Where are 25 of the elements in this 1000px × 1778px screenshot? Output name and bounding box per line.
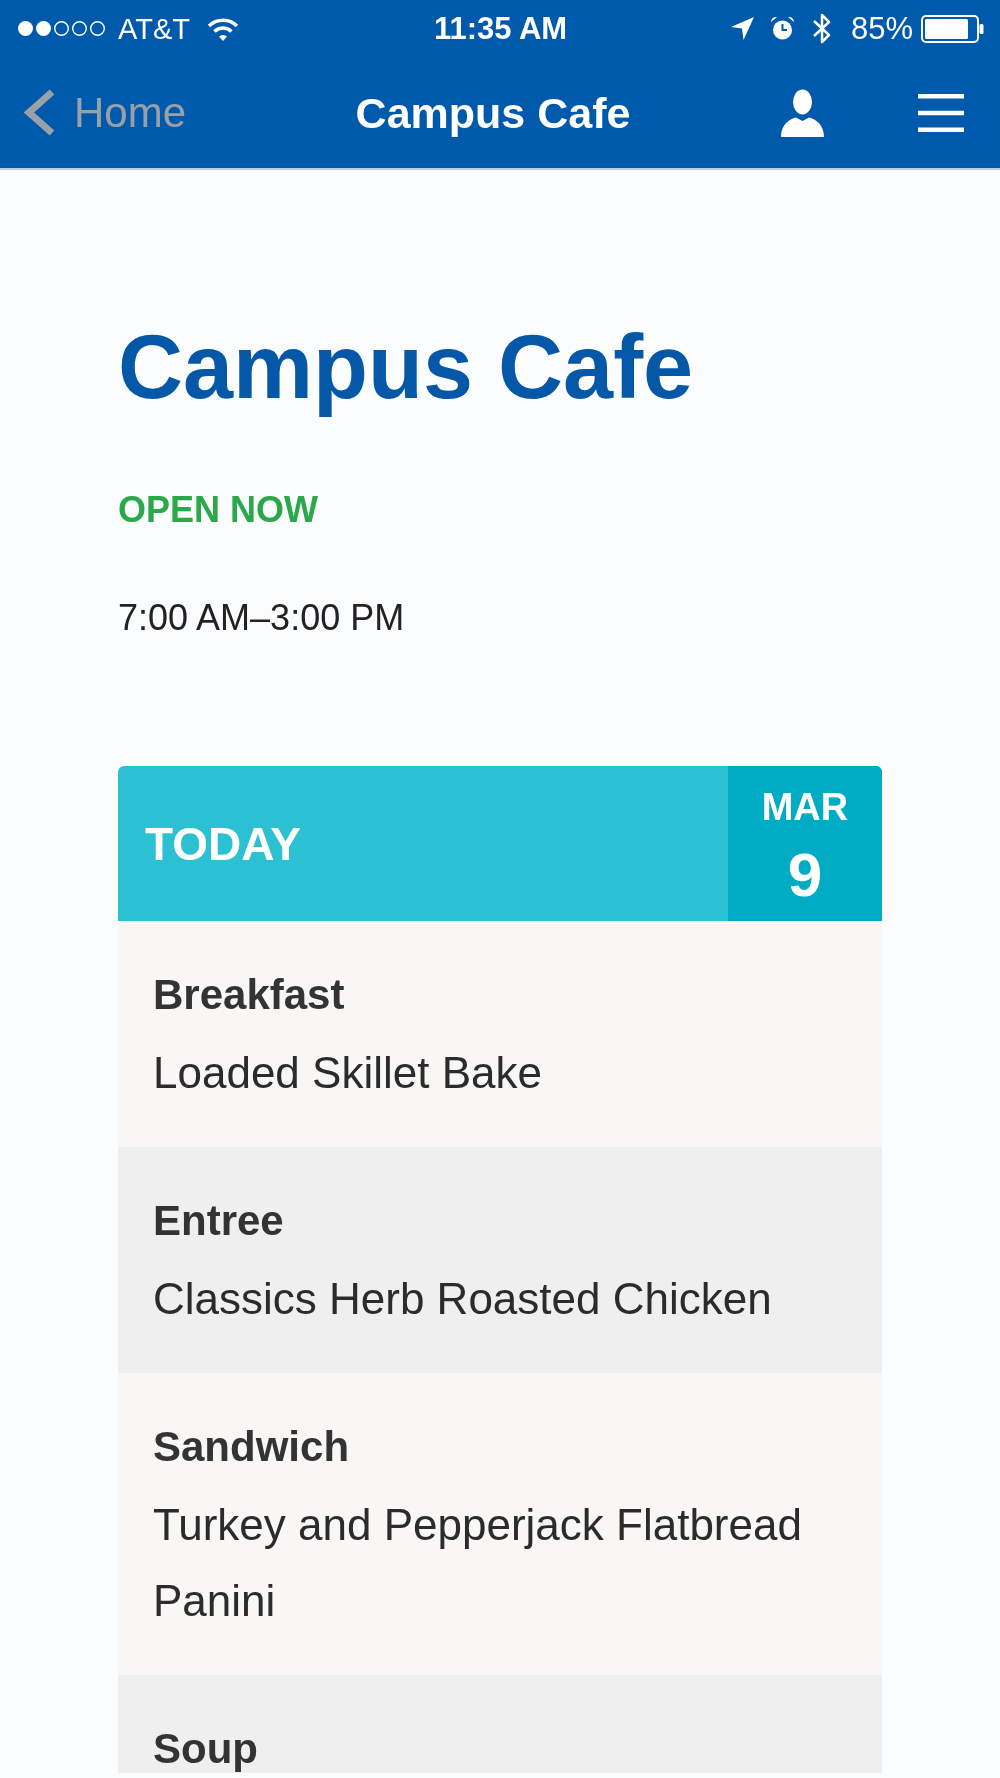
- open-status: OPEN NOW: [118, 488, 319, 532]
- person-icon[interactable]: [780, 88, 825, 137]
- battery-icon: [921, 14, 984, 43]
- date-month: MAR: [761, 785, 849, 829]
- battery-percent: 85%: [850, 10, 913, 47]
- signal-strength-icon: [17, 20, 108, 37]
- menu-category: Entree: [153, 1197, 285, 1245]
- cafe-name: Campus Cafe: [118, 316, 695, 419]
- menu-category: Sandwich: [153, 1423, 351, 1471]
- location-arrow-icon: [729, 16, 755, 41]
- menu-dish: Loaded Skillet Bake: [153, 1047, 543, 1099]
- menu-category: Soup: [153, 1725, 259, 1773]
- menu-category: Breakfast: [153, 971, 346, 1019]
- menu-icon[interactable]: [918, 92, 964, 133]
- nav-title: Campus Cafe: [355, 87, 631, 139]
- carrier-name: AT&T: [118, 11, 190, 47]
- alarm-clock-icon: [769, 16, 795, 41]
- date-day: 9: [787, 843, 823, 907]
- menu-dish: Turkey and Pepperjack Flatbread Panini: [153, 1499, 803, 1627]
- status-time: 11:35 AM: [433, 10, 568, 47]
- chevron-left-icon: [22, 89, 57, 136]
- opening-hours: 7:00 AM–3:00 PM: [118, 596, 406, 640]
- today-label: TODAY: [144, 816, 302, 872]
- menu-dish: Classics Herb Roasted Chicken: [153, 1273, 773, 1325]
- wifi-icon: [206, 16, 239, 41]
